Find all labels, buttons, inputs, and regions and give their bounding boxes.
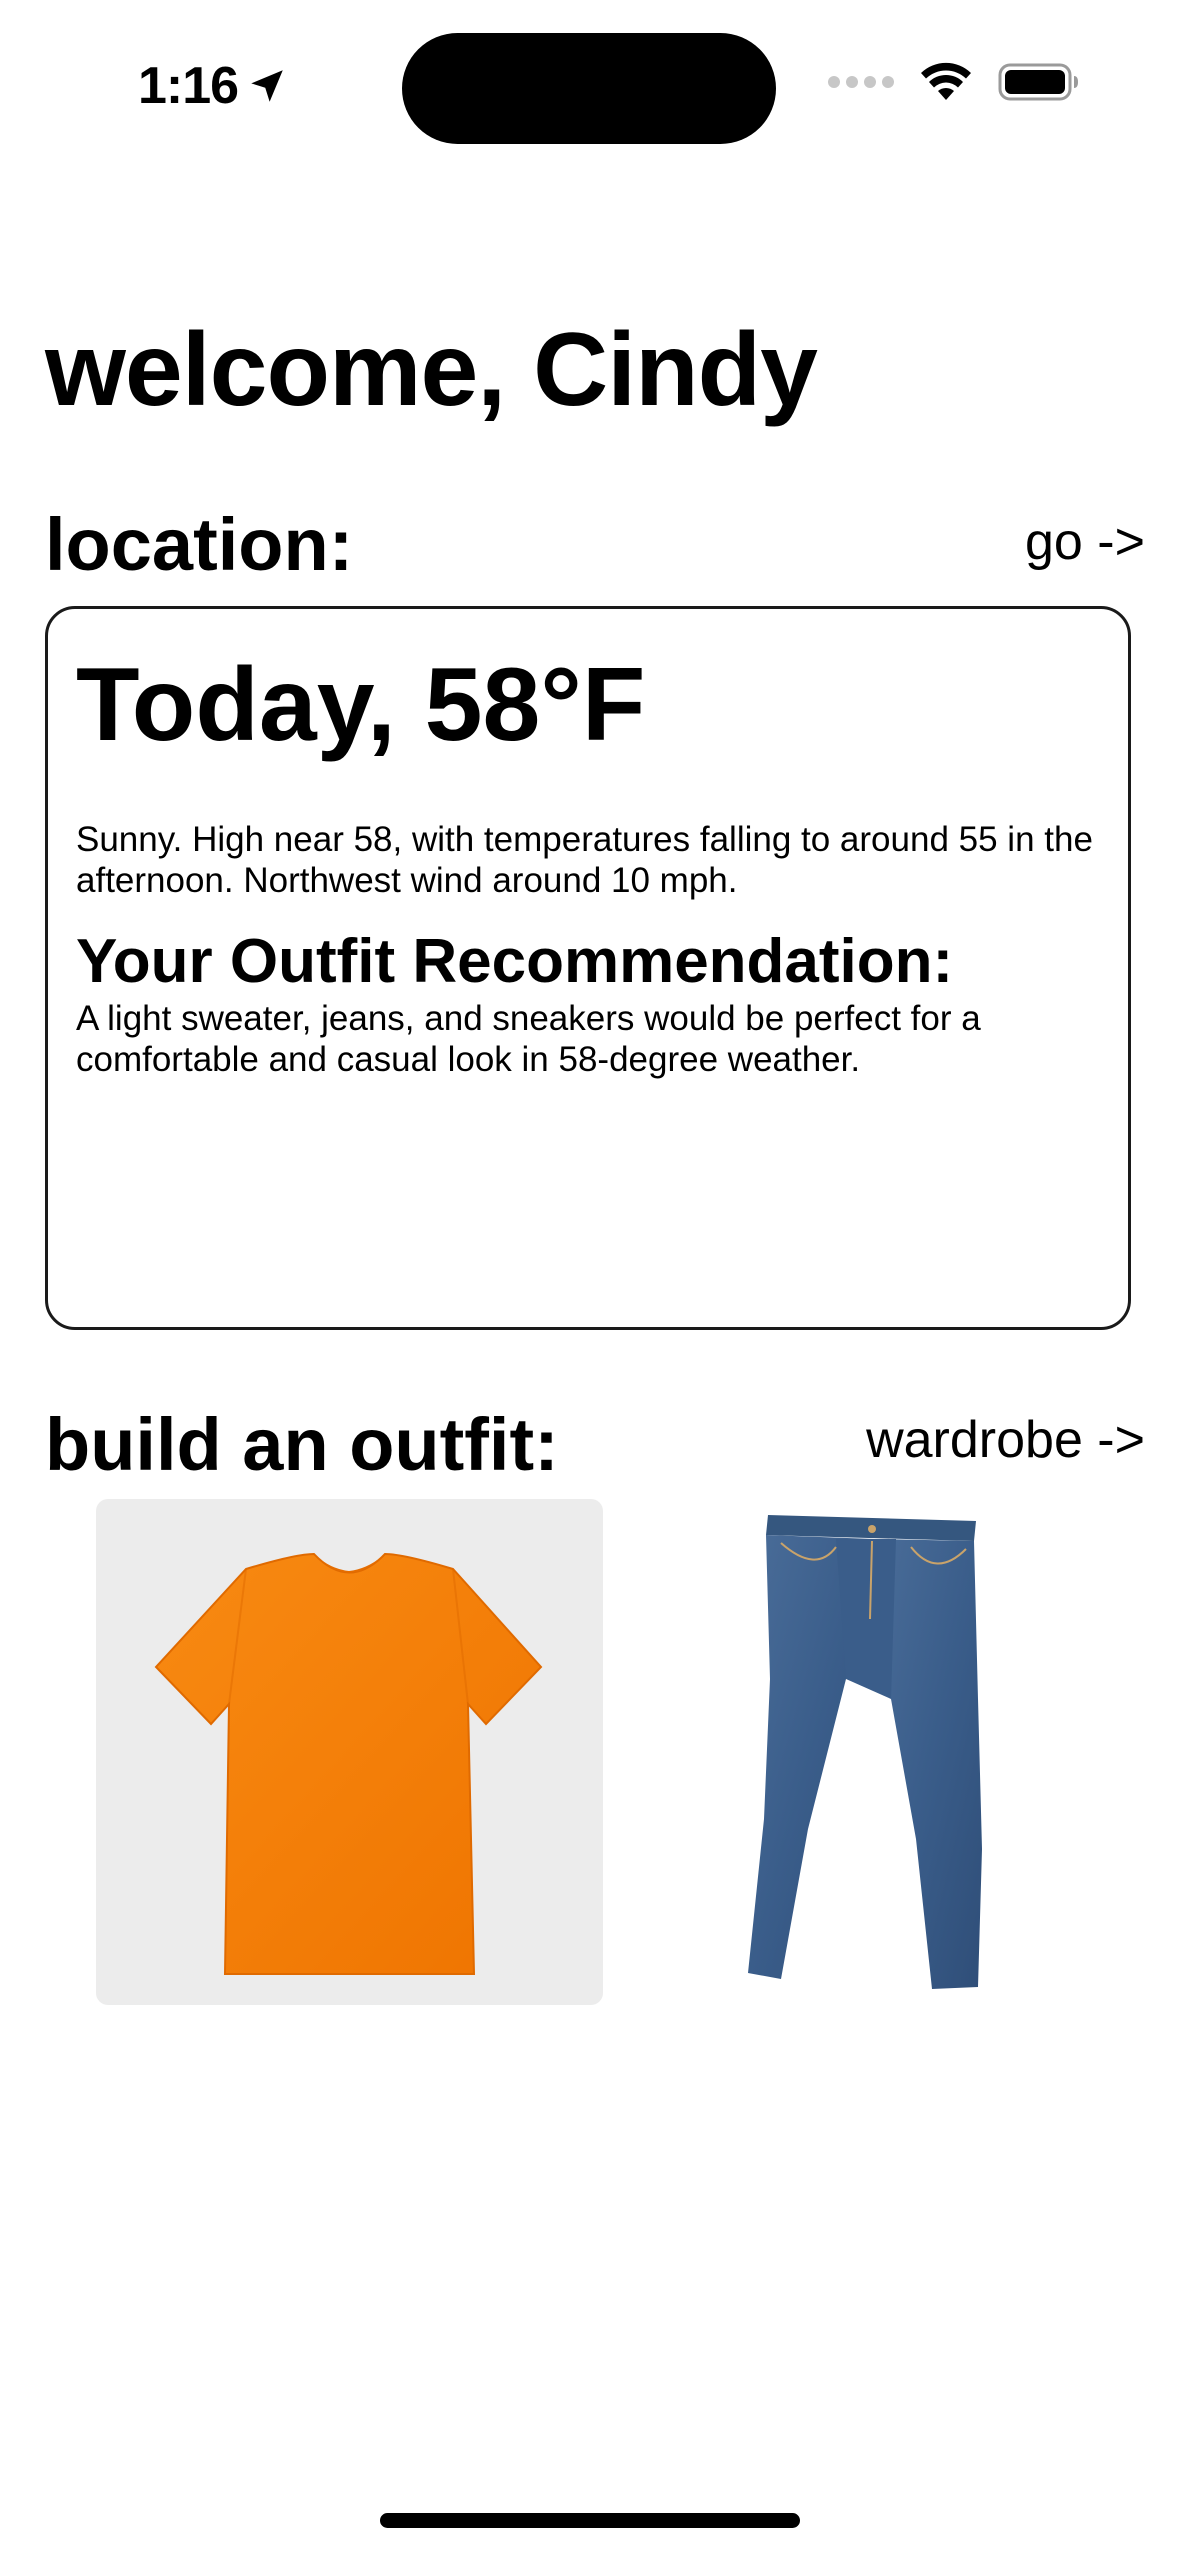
weather-forecast: Sunny. High near 58, with temperatures f… [76, 820, 1093, 900]
battery-icon [998, 63, 1078, 101]
status-time: 1:16 [138, 56, 288, 116]
status-indicators [828, 62, 1080, 102]
location-arrow-icon [251, 70, 283, 102]
jeans-icon [748, 1515, 982, 1989]
wardrobe-link[interactable]: wardrobe -> [866, 1414, 1145, 1466]
status-time-text: 1:16 [138, 57, 239, 115]
location-go-link[interactable]: go -> [1025, 516, 1145, 568]
welcome-heading: welcome, Cindy [45, 312, 818, 428]
build-outfit-title: build an outfit: [45, 1403, 559, 1486]
jeans-image[interactable] [686, 1499, 1026, 2005]
shirt-image[interactable] [96, 1499, 603, 2005]
outfit-recommendation-text: A light sweater, jeans, and sneakers wou… [76, 999, 981, 1080]
wifi-icon [921, 62, 971, 100]
weather-card: Today, 58°F Sunny. High near 58, with te… [45, 606, 1131, 1330]
location-title: location: [45, 503, 354, 586]
outfit-recommendation-heading: Your Outfit Recommendation: [76, 927, 954, 996]
t-shirt-icon [154, 1552, 543, 1975]
dynamic-island [402, 33, 776, 144]
weather-headline: Today, 58°F [76, 647, 646, 763]
cellular-signal-icon [828, 76, 894, 88]
home-indicator[interactable] [380, 2513, 800, 2528]
